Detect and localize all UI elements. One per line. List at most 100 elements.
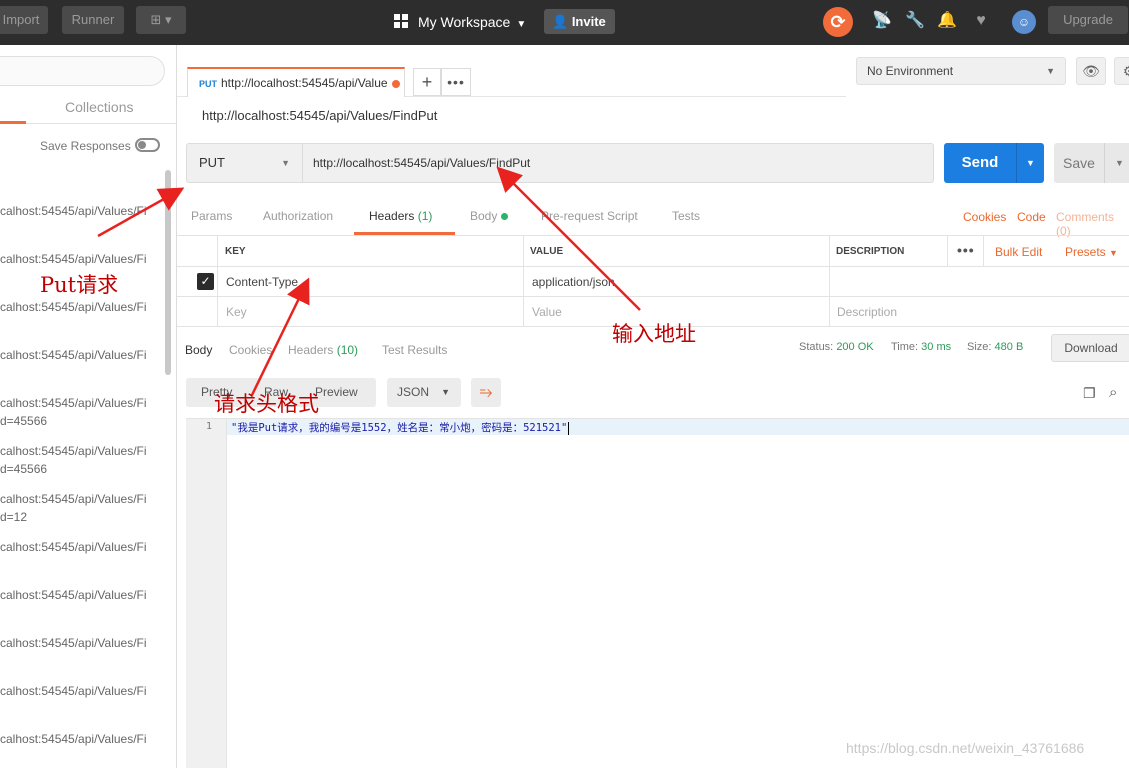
tab-headers-label: Headers <box>369 209 415 223</box>
history-item[interactable]: calhost:54545/api/Values/Fi <box>0 202 160 220</box>
history-param: d=12 <box>0 510 28 524</box>
tab-collections[interactable]: Collections <box>65 99 133 115</box>
save-button[interactable]: Save <box>1054 143 1104 183</box>
search-icon[interactable]: ⌕ <box>1109 384 1117 401</box>
tab-options-button[interactable]: ••• <box>441 68 471 96</box>
history-item[interactable]: calhost:54545/api/Values/Fi <box>0 250 160 268</box>
history-item[interactable]: calhost:54545/api/Values/Fi <box>0 682 160 700</box>
workspace-label: My Workspace <box>418 14 511 30</box>
unsaved-dot-icon <box>392 80 400 88</box>
new-description-input[interactable]: Description <box>837 305 897 319</box>
history-item[interactable]: calhost:54545/api/Values/Fi <box>0 730 160 748</box>
wrap-icon: ⥱ <box>479 384 493 401</box>
invite-button[interactable]: 👤 Invite <box>544 9 615 34</box>
request-tab-title: http://localhost:54545/api/Value <box>221 76 388 90</box>
history-item[interactable]: calhost:54545/api/Values/Fi <box>0 298 160 316</box>
header-key-cell[interactable]: Content-Type <box>226 275 298 289</box>
header-value-cell[interactable]: application/json <box>532 275 615 289</box>
history-item[interactable]: calhost:54545/api/Values/Fi <box>0 586 160 604</box>
tab-response-headers-count: (10) <box>336 343 359 357</box>
presets-label: Presets <box>1065 245 1106 259</box>
code-link[interactable]: Code <box>1017 210 1046 224</box>
new-tab-button[interactable]: + <box>413 68 441 96</box>
history-url: calhost:54545/api/Values/Fi <box>0 204 147 218</box>
response-status: Status: 200 OK <box>799 341 874 353</box>
save-dropdown-button[interactable]: ▼ <box>1104 143 1129 183</box>
response-size: Size: 480 B <box>967 341 1023 353</box>
response-body-text: "我是Put请求，我的编号是1552，姓名是：常小炮，密码是：521521" <box>231 420 570 435</box>
manage-environments-button[interactable]: ⚙ <box>1114 57 1129 85</box>
send-button[interactable]: Send <box>944 143 1016 183</box>
history-url: calhost:54545/api/Values/Fi <box>0 636 147 650</box>
url-input[interactable]: http://localhost:54545/api/Values/FindPu… <box>303 143 934 183</box>
tab-tests[interactable]: Tests <box>672 209 700 223</box>
format-select[interactable]: JSON ▼ <box>387 378 461 407</box>
save-responses-toggle[interactable] <box>135 138 160 152</box>
wrap-lines-button[interactable]: ⥱ <box>471 378 501 407</box>
preview-button[interactable]: Preview <box>315 378 358 407</box>
sidebar-search-input[interactable] <box>0 56 165 86</box>
import-button[interactable]: Import <box>0 6 48 34</box>
tab-params[interactable]: Params <box>191 209 232 223</box>
response-editor[interactable]: 1 "我是Put请求，我的编号是1552，姓名是：常小炮，密码是：521521" <box>186 418 1129 768</box>
new-value-input[interactable]: Value <box>532 305 562 319</box>
environment-quick-look-button[interactable]: 👁 <box>1076 57 1106 85</box>
upgrade-button[interactable]: Upgrade <box>1048 6 1128 34</box>
sidebar-scrollbar[interactable] <box>165 170 171 375</box>
history-url: calhost:54545/api/Values/Fi <box>0 684 147 698</box>
history-item[interactable]: calhost:54545/api/Values/Fi <box>0 634 160 652</box>
column-divider <box>829 236 830 327</box>
history-url: calhost:54545/api/Values/Fi <box>0 444 147 458</box>
column-divider <box>947 236 948 267</box>
environment-select[interactable]: No Environment ▼ <box>856 57 1066 85</box>
column-options-icon[interactable]: ••• <box>957 242 975 258</box>
tab-history-underline[interactable] <box>0 121 26 124</box>
request-subtabs: Params Authorization Headers (1) Body Pr… <box>177 200 1129 238</box>
method-select[interactable]: PUT ▼ <box>186 143 303 183</box>
history-item[interactable]: calhost:54545/api/Values/Fi d=45566 <box>0 394 160 430</box>
cookies-link[interactable]: Cookies <box>963 210 1006 224</box>
wrench-icon[interactable]: 🔧 <box>905 11 925 31</box>
avatar[interactable]: ☺ <box>1012 10 1036 34</box>
presets-dropdown[interactable]: Presets ▼ <box>1065 245 1118 259</box>
tab-response-cookies[interactable]: Cookies <box>229 343 272 357</box>
copy-icon[interactable]: ❐ <box>1083 385 1096 402</box>
tab-headers[interactable]: Headers (1) <box>369 209 432 223</box>
tab-body[interactable]: Body <box>470 209 509 223</box>
history-url: calhost:54545/api/Values/Fi <box>0 732 147 746</box>
new-dropdown-button[interactable]: ⊞ ▾ <box>136 6 186 34</box>
request-tab-bar: PUT http://localhost:54545/api/Value + ••… <box>177 45 846 97</box>
tab-prerequest-script[interactable]: Pre-request Script <box>541 209 638 223</box>
header-enabled-checkbox[interactable]: ✓ <box>197 273 214 290</box>
bell-icon[interactable]: 🔔 <box>937 11 957 31</box>
comments-link[interactable]: Comments (0) <box>1056 210 1129 238</box>
sync-icon[interactable]: ⟳ <box>823 7 853 37</box>
history-item[interactable]: calhost:54545/api/Values/Fi d=45566 <box>0 442 160 478</box>
new-key-input[interactable]: Key <box>226 305 247 319</box>
tab-response-headers[interactable]: Headers (10) <box>288 343 358 357</box>
request-tab[interactable]: PUT http://localhost:54545/api/Value <box>187 67 405 97</box>
tab-response-body[interactable]: Body <box>185 343 212 357</box>
chevron-down-icon: ▼ <box>1046 66 1055 76</box>
column-header-description: DESCRIPTION <box>836 246 905 257</box>
history-item[interactable]: calhost:54545/api/Values/Fi d=12 <box>0 490 160 526</box>
sidebar: Collections Save Responses calhost:54545… <box>0 45 177 768</box>
request-tab-method: PUT <box>199 79 217 89</box>
history-item[interactable]: calhost:54545/api/Values/Fi <box>0 538 160 556</box>
bulk-edit-link[interactable]: Bulk Edit <box>995 245 1042 259</box>
history-item[interactable]: calhost:54545/api/Values/Fi <box>0 346 160 364</box>
headers-table: KEY VALUE DESCRIPTION Bulk Edit Presets … <box>177 235 1129 327</box>
history-param: d=45566 <box>0 462 48 476</box>
tab-authorization[interactable]: Authorization <box>263 209 333 223</box>
satellite-icon[interactable]: 📡 <box>872 11 892 31</box>
send-dropdown-button[interactable]: ▼ <box>1016 143 1044 183</box>
heart-icon[interactable]: ♥ <box>971 11 991 31</box>
workspace-selector[interactable]: My Workspace ▼ <box>394 10 526 34</box>
download-button[interactable]: Download <box>1051 334 1129 362</box>
tab-body-label: Body <box>470 209 498 223</box>
tab-test-results[interactable]: Test Results <box>382 343 447 357</box>
format-label: JSON <box>397 385 430 399</box>
runner-button[interactable]: Runner <box>62 6 124 34</box>
line-number: 1 <box>206 421 213 432</box>
tab-headers-count: (1) <box>417 209 433 223</box>
